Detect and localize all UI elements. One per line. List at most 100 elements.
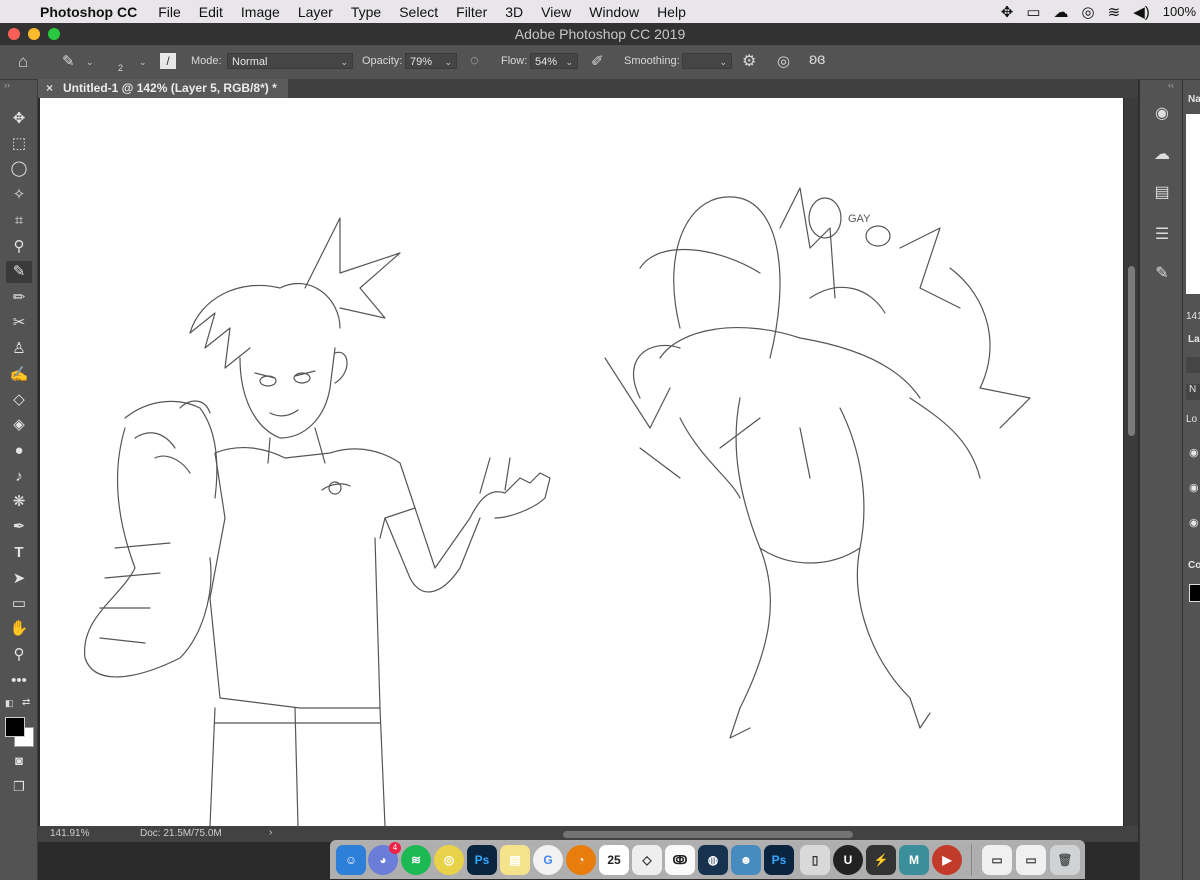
wifi-icon[interactable]: ≋ (1108, 3, 1121, 21)
layer-visibility-eye-icon[interactable]: ◉ (1189, 516, 1199, 529)
path-selection-tool-icon[interactable]: ➤ (6, 568, 32, 590)
sponge-tool-icon[interactable]: ❋ (6, 491, 32, 513)
close-tab-icon[interactable]: × (46, 79, 53, 98)
move-tool-icon[interactable]: ✥ (6, 108, 32, 130)
vertical-scroll-thumb[interactable] (1128, 266, 1135, 436)
dropbox-icon[interactable]: ✥ (1001, 3, 1014, 21)
steam-icon[interactable]: ◍ (698, 845, 728, 875)
symmetry-butterfly-icon[interactable]: ʚɞ (809, 51, 825, 69)
layers-tab[interactable]: La (1188, 334, 1200, 345)
unreal-engine-icon[interactable]: U (833, 845, 863, 875)
menu-filter[interactable]: Filter (447, 4, 496, 20)
layer-visibility-eye-icon[interactable]: ◉ (1189, 446, 1199, 459)
navigator-zoom[interactable]: 141 (1186, 311, 1200, 322)
chrome-window-icon[interactable]: ▭ (1016, 845, 1046, 875)
display-icon[interactable]: ▭ (1026, 3, 1040, 21)
opacity-field[interactable]: 79% ⌄ (405, 53, 457, 69)
maya-icon[interactable]: M (899, 845, 929, 875)
frame-app-icon[interactable]: ▯ (800, 845, 830, 875)
collapse-icons-icon[interactable]: ‹‹ (1168, 80, 1174, 90)
lasso-tool-icon[interactable]: ◯ (6, 158, 32, 180)
mode-select[interactable]: Normal ⌄ (227, 53, 353, 69)
brushes-panel-icon[interactable]: ✎ (1151, 263, 1173, 285)
navigator-tab[interactable]: Na (1188, 94, 1200, 105)
swap-colors-icon[interactable]: ⇄ (22, 697, 30, 708)
eyedropper-tool-icon[interactable]: ⚲ (6, 236, 32, 258)
menu-help[interactable]: Help (648, 4, 695, 20)
learn-panel-icon[interactable]: ◉ (1151, 103, 1173, 125)
marquee-tool-icon[interactable]: ⬚ (6, 133, 32, 155)
quick-mask-icon[interactable]: ◙ (6, 750, 32, 772)
document-tab[interactable]: × Untitled-1 @ 142% (Layer 5, RGB/8*) * (38, 79, 288, 98)
pen-tool-icon[interactable]: ✒ (6, 516, 32, 538)
color-tab[interactable]: Co (1188, 560, 1200, 571)
color-panel-swatch[interactable] (1189, 584, 1200, 602)
finder-icon[interactable]: ☺ (336, 845, 366, 875)
zoom-tool-icon[interactable]: ⚲ (6, 644, 32, 666)
photoshop-icon[interactable]: Ps (467, 845, 497, 875)
photoshop-icon[interactable]: Ps (764, 845, 794, 875)
git-app-icon[interactable]: ◇ (632, 845, 662, 875)
clone-stamp-tool-icon[interactable]: ♙ (6, 338, 32, 360)
brush-tool-icon[interactable]: ✎ (6, 261, 32, 283)
menu-image[interactable]: Image (232, 4, 289, 20)
puppet-warp-tool-icon[interactable]: ✂ (6, 312, 32, 334)
clip-studio-icon[interactable]: ↂ (665, 845, 695, 875)
smoothing-settings-gear-icon[interactable]: ⚙ (742, 51, 756, 71)
chevron-down-icon[interactable]: ⌄ (139, 57, 147, 68)
smoothing-field[interactable]: ⌄ (682, 53, 732, 69)
adjustments-panel-icon[interactable]: ☰ (1151, 224, 1173, 246)
hand-tool-icon[interactable]: ✋ (6, 618, 32, 640)
menu-window[interactable]: Window (580, 4, 648, 20)
menu-select[interactable]: Select (390, 4, 447, 20)
volume-icon[interactable]: ◀) (1133, 3, 1150, 21)
eraser-tool-icon[interactable]: ◇ (6, 389, 32, 411)
zoom-level[interactable]: 141.91% (50, 828, 89, 839)
paint-bucket-tool-icon[interactable]: ◈ (6, 414, 32, 436)
spotify-icon[interactable]: ≋ (401, 845, 431, 875)
more-tools-icon[interactable]: ••• (6, 670, 32, 692)
menu-layer[interactable]: Layer (289, 4, 342, 20)
blur-tool-icon[interactable]: ● (6, 440, 32, 462)
libraries-panel-icon[interactable]: ☁ (1151, 144, 1173, 166)
blend-mode-select[interactable]: N (1186, 384, 1200, 400)
godot-icon[interactable]: ☻ (731, 845, 761, 875)
history-brush-tool-icon[interactable]: ✍ (6, 364, 32, 386)
magic-wand-tool-icon[interactable]: ✧ (6, 184, 32, 206)
navigator-preview[interactable] (1186, 114, 1200, 294)
crop-tool-icon[interactable]: ⌗ (6, 210, 32, 232)
notes-icon[interactable]: ▤ (500, 845, 530, 875)
home-icon[interactable]: ⌂ (18, 52, 28, 72)
status-info-arrow[interactable]: › (269, 827, 272, 838)
type-tool-icon[interactable]: T (6, 542, 32, 564)
google-icon[interactable]: G (533, 845, 563, 875)
menu-view[interactable]: View (532, 4, 580, 20)
battery-percent[interactable]: 100% (1163, 4, 1196, 19)
layer-filter-field[interactable] (1186, 357, 1200, 373)
airbrush-icon[interactable]: ✐ (591, 52, 604, 70)
properties-panel-icon[interactable]: ▤ (1151, 182, 1173, 204)
default-colors-icon[interactable]: ◧ (5, 698, 14, 709)
brush-panel-toggle-icon[interactable]: / (160, 53, 176, 69)
chrome-icon[interactable]: ◎ (434, 845, 464, 875)
collapse-toolbar-icon[interactable]: ›› (4, 80, 10, 90)
menu-type[interactable]: Type (342, 4, 390, 20)
foreground-color-swatch[interactable] (5, 717, 25, 737)
vertical-scrollbar[interactable] (1124, 98, 1138, 826)
media-player-icon[interactable]: ▶ (932, 845, 962, 875)
brush-preset-icon[interactable]: ✎ (62, 52, 75, 70)
layer-visibility-eye-icon[interactable]: ◉ (1189, 481, 1199, 494)
screen-mode-icon[interactable]: ❐ (6, 776, 32, 798)
terminal-tool-icon[interactable]: ⚡ (866, 845, 896, 875)
menu-edit[interactable]: Edit (190, 4, 232, 20)
downloads-stack-icon[interactable]: ▭ (982, 845, 1012, 875)
dodge-tool-icon[interactable]: ♪ (6, 466, 32, 488)
document-canvas[interactable]: GAY (40, 98, 1123, 826)
trash-icon[interactable]: 🗑 (1050, 845, 1080, 875)
cc-sync-icon[interactable]: ◎ (1082, 3, 1095, 21)
pressure-size-icon[interactable]: ◎ (777, 52, 790, 70)
app-menu[interactable]: Photoshop CC (34, 4, 149, 20)
flow-field[interactable]: 54% ⌄ (530, 53, 578, 69)
calendar-icon[interactable]: 25 (599, 845, 629, 875)
creative-cloud-icon[interactable]: ☁ (1054, 3, 1069, 21)
